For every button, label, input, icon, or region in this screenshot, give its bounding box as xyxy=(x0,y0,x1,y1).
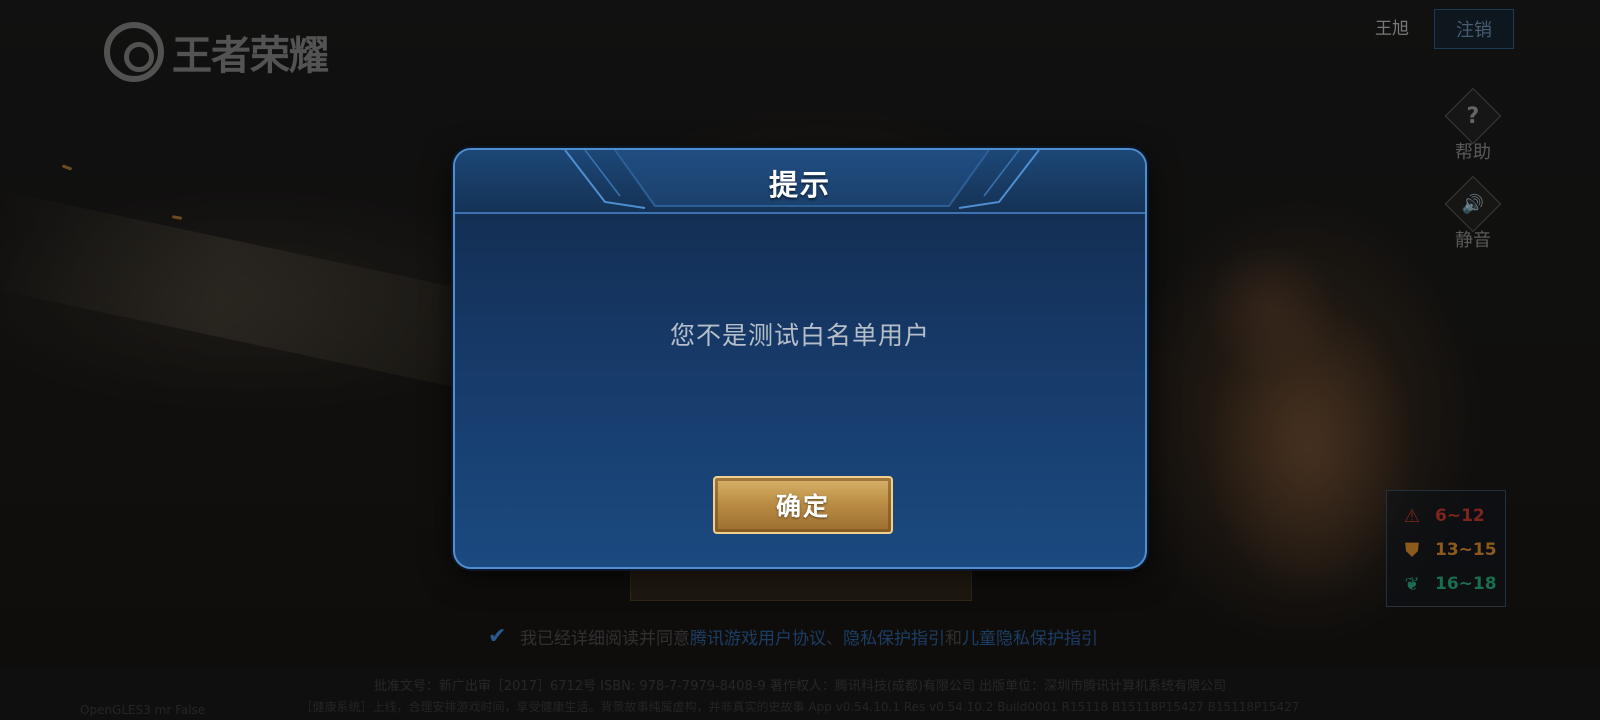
dialog-message: 您不是测试白名单用户 xyxy=(669,321,930,350)
alert-dialog: 提示 您不是测试白名单用户 确定 xyxy=(453,148,1147,569)
dialog-title: 提示 xyxy=(768,168,831,202)
dialog-header: 提示 xyxy=(455,150,1145,214)
confirm-button[interactable]: 确定 xyxy=(713,476,893,534)
